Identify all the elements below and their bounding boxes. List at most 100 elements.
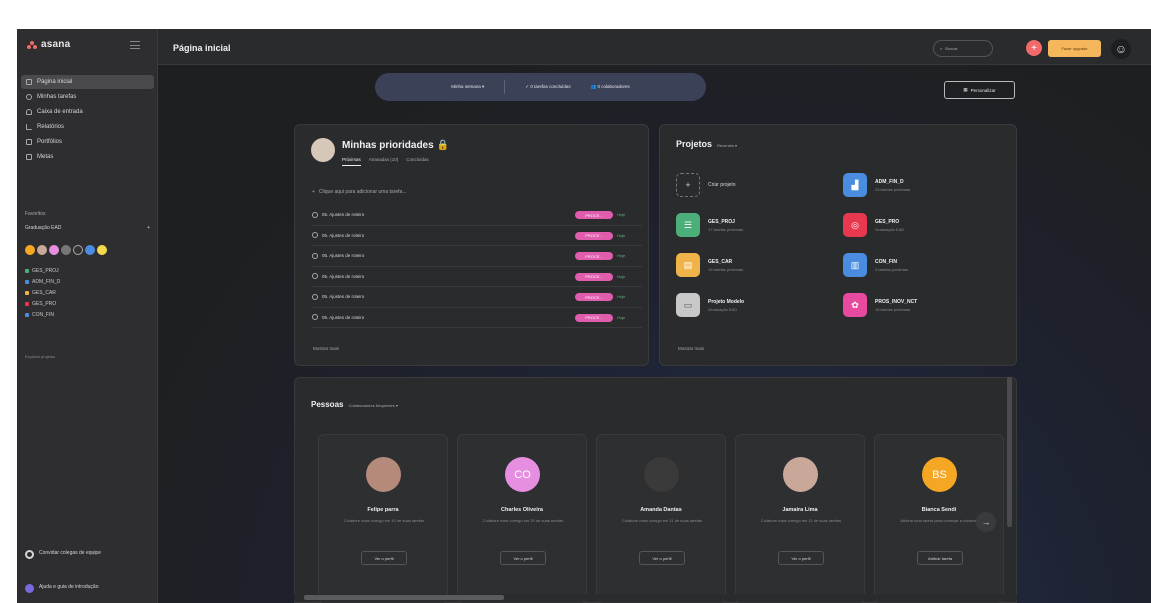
chevron-right-icon[interactable]: →: [976, 512, 996, 532]
avatar[interactable]: [61, 245, 71, 255]
view-profile-button[interactable]: Ver o perfil: [639, 551, 685, 565]
project-icon: ▭: [676, 293, 700, 317]
project-tile[interactable]: ✿ PROS_INOV_NCT 18 tarefas próximas: [843, 293, 917, 317]
vertical-scrollbar[interactable]: [1006, 377, 1014, 587]
avatar[interactable]: [73, 245, 83, 255]
people-filter-dropdown[interactable]: Colaboradores frequentes ▾: [348, 403, 397, 408]
upgrade-button[interactable]: Fazer upgrade: [1048, 40, 1101, 57]
person-card[interactable]: Jamaira Lima Colabore mais comigo em 11 …: [735, 434, 865, 603]
view-profile-button[interactable]: Ver o perfil: [361, 551, 407, 565]
invite-label: Convidar colegas de equipe: [39, 550, 101, 556]
tab-completed[interactable]: Concluídas: [406, 157, 429, 166]
task-row[interactable]: 05. Ajustes de roteiro PROCE... Hoje: [312, 205, 642, 226]
assign-task-button[interactable]: Atribuir tarefa: [917, 551, 963, 565]
create-project-tile[interactable]: + Criar projeto: [676, 173, 736, 197]
person-card[interactable]: CO Charles Oliveira Colabore mais comigo…: [457, 434, 587, 603]
show-more-tasks-link[interactable]: Mostrar mais: [313, 346, 339, 351]
project-tile[interactable]: ▤ GES_CAR 19 tarefas próximas: [676, 253, 743, 277]
invite-teammates-button[interactable]: Convidar colegas de equipe: [25, 550, 150, 559]
team-row[interactable]: Graduação EAD +: [25, 225, 150, 231]
tab-overdue[interactable]: Atrasadas (10): [369, 157, 399, 166]
task-name: 05. Ajustes de roteiro: [322, 273, 365, 279]
sidebar-item-reports[interactable]: Relatórios: [21, 120, 154, 134]
sidebar-project[interactable]: CON_FIN: [25, 309, 60, 320]
task-row[interactable]: 05. Ajustes de roteiro PROCE... Hoje: [312, 308, 642, 328]
plus-icon: +: [312, 189, 315, 195]
sidebar-project[interactable]: GES_CAR: [25, 287, 60, 298]
sidebar-item-label: Metas: [37, 154, 54, 160]
project-tile[interactable]: ▟ ADM_FIN_D 23 tarefas próximas: [843, 173, 910, 197]
check-circle-icon[interactable]: [312, 232, 318, 239]
collapse-sidebar-icon[interactable]: [130, 41, 140, 49]
project-subtitle: 19 tarefas próximas: [708, 266, 744, 272]
asana-logo[interactable]: asana: [27, 39, 70, 50]
sidebar-item-home[interactable]: Página inicial: [21, 75, 154, 89]
horizontal-scrollbar[interactable]: [294, 594, 1017, 601]
avatar[interactable]: [37, 245, 47, 255]
sidebar-item-goals[interactable]: Metas: [21, 150, 154, 164]
user-avatar[interactable]: ☺: [1111, 39, 1131, 59]
sidebar-project[interactable]: GES_PROJ: [25, 265, 60, 276]
avatar[interactable]: [25, 245, 35, 255]
project-icon: ☰: [676, 213, 700, 237]
chart-icon: [26, 124, 32, 130]
project-icon: ▤: [676, 253, 700, 277]
avatar[interactable]: [49, 245, 59, 255]
browse-projects-link[interactable]: Explorar projetos: [25, 354, 55, 359]
sidebar-project[interactable]: ADM_FIN_D: [25, 276, 60, 287]
favorites-section-label: Favoritos: [25, 211, 46, 217]
task-row[interactable]: 05. Ajustes de roteiro PROCE... Hoje: [312, 246, 642, 267]
task-row[interactable]: 05. Ajustes de roteiro PROCE... Hoje: [312, 267, 642, 287]
view-profile-button[interactable]: Ver o perfil: [500, 551, 546, 565]
help-button[interactable]: Ajuda e guia de introdução: [25, 584, 150, 593]
sidebar-item-portfolios[interactable]: Portfólios: [21, 135, 154, 149]
task-row[interactable]: 05. Ajustes de roteiro PROCE... Hoje: [312, 226, 642, 246]
add-task-label: Clique aqui para adicionar uma tarefa...: [318, 189, 407, 195]
project-tile[interactable]: ◎ GES_PRO Graduação EAD: [843, 213, 904, 237]
person-card[interactable]: Felipe parra Colabore mais comigo em 10 …: [318, 434, 448, 603]
tab-upcoming[interactable]: Próximas: [342, 157, 361, 166]
view-profile-button[interactable]: Ver o perfil: [778, 551, 824, 565]
due-date: Hoje: [617, 273, 626, 279]
task-name: 05. Ajustes de roteiro: [322, 253, 365, 259]
logo-text: asana: [41, 39, 71, 50]
task-list: 05. Ajustes de roteiro PROCE... Hoje 05. A…: [312, 205, 642, 328]
project-tile[interactable]: ☰ GES_PROJ 17 tarefas próximas: [676, 213, 743, 237]
sidebar-item-my-tasks[interactable]: Minhas tarefas: [21, 90, 154, 104]
project-subtitle: 3 tarefas próximas: [875, 266, 908, 272]
home-icon: [26, 79, 32, 85]
avatar[interactable]: [85, 245, 95, 255]
customize-button[interactable]: ▦ Personalizar: [944, 81, 1015, 99]
sidebar-item-inbox[interactable]: Caixa de entrada: [21, 105, 154, 119]
task-name: 05. Ajustes de roteiro: [322, 314, 365, 320]
check-circle-icon[interactable]: [312, 252, 318, 259]
task-row[interactable]: 05. Ajustes de roteiro PROCE... Hoje: [312, 287, 642, 308]
week-selector[interactable]: Minha semana ▾: [451, 84, 484, 90]
add-task-row[interactable]: + Clique aqui para adicionar uma tarefa.…: [312, 189, 406, 195]
show-more-projects-link[interactable]: Mostrar mais: [678, 346, 704, 351]
sidebar: asana Página inicial Minhas tarefas Caix…: [17, 29, 158, 603]
projects-filter-dropdown[interactable]: Recentes ▾: [717, 143, 737, 148]
folder-icon: [26, 139, 32, 145]
scroll-thumb[interactable]: [1007, 377, 1012, 527]
completed-tasks-stat: ✓ 0 tarefas concluídas: [525, 84, 571, 89]
person-card[interactable]: Amanda Dantas Colabore mais comigo em 11…: [596, 434, 726, 603]
avatar: [644, 457, 679, 492]
team-add-icon[interactable]: +: [147, 225, 150, 231]
check-circle-icon[interactable]: [312, 314, 318, 321]
project-color-dot: [25, 301, 29, 306]
project-tile[interactable]: ▭ Projeto Modelo Graduação EAD: [676, 293, 744, 317]
project-tile[interactable]: ▥ CON_FIN 3 tarefas próximas: [843, 253, 908, 277]
due-date: Hoje: [617, 232, 626, 238]
search-input[interactable]: ⌕ Buscar: [933, 40, 993, 57]
scroll-thumb[interactable]: [304, 595, 504, 600]
check-circle-icon[interactable]: [312, 293, 318, 300]
check-circle-icon[interactable]: [312, 211, 318, 218]
check-circle-icon[interactable]: [312, 273, 318, 280]
project-color-dot: [25, 290, 29, 295]
sidebar-project[interactable]: GES_PRO: [25, 298, 60, 309]
help-icon: [25, 584, 34, 593]
create-button[interactable]: +: [1026, 40, 1042, 56]
avatar[interactable]: [97, 245, 107, 255]
topbar: Página inicial ⌕ Buscar + Fazer upgrade …: [158, 29, 1151, 65]
